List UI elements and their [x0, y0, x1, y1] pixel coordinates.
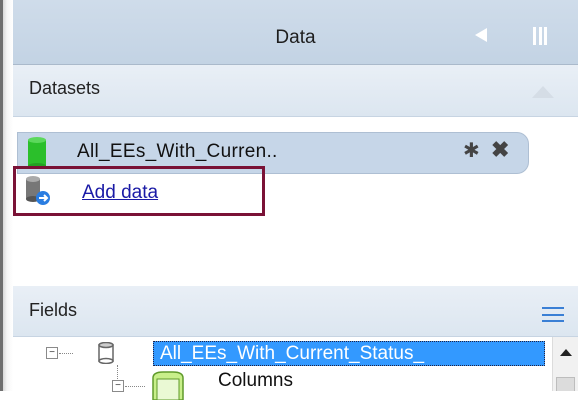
collapse-minus-icon[interactable]: − — [112, 380, 124, 392]
tree-connector — [117, 365, 118, 379]
datasets-section-header[interactable]: Datasets — [13, 65, 578, 117]
add-data-link[interactable]: Add data — [82, 182, 158, 204]
collapse-up-icon[interactable] — [532, 86, 554, 98]
datasets-title: Datasets — [29, 78, 101, 98]
tree-connector — [125, 386, 145, 387]
collapse-minus-icon[interactable]: − — [46, 347, 58, 359]
database-green-icon — [28, 137, 46, 169]
gear-icon[interactable]: ✱ — [463, 141, 480, 161]
scroll-thumb[interactable] — [556, 377, 575, 391]
panel-header: Data — [13, 0, 578, 65]
menu-icon[interactable] — [542, 307, 564, 322]
tree-root-node[interactable]: All_EEs_With_Current_Status_ — [153, 341, 545, 366]
fields-section-header[interactable]: Fields — [13, 286, 578, 337]
database-icon — [98, 342, 114, 364]
vertical-scrollbar[interactable] — [552, 337, 578, 391]
tree-connector — [59, 353, 73, 354]
window-left-border — [0, 0, 13, 391]
scroll-up-icon[interactable] — [560, 349, 572, 356]
collapse-arrow-icon[interactable] — [475, 28, 487, 42]
fields-title: Fields — [29, 300, 78, 320]
data-panel: Data Datasets All_EEs_With_Curren.. ✱ ✖ … — [13, 0, 578, 400]
columns-label: Columns — [218, 370, 293, 391]
columns-icon — [152, 371, 184, 400]
add-database-icon[interactable] — [25, 176, 51, 206]
grip-icon[interactable] — [533, 27, 547, 45]
dataset-label: All_EEs_With_Curren.. — [77, 141, 278, 162]
panel-title: Data — [275, 27, 316, 48]
close-icon[interactable]: ✖ — [491, 139, 509, 161]
fields-tree: − All_EEs_With_Current_Status_ − Columns — [13, 337, 578, 400]
